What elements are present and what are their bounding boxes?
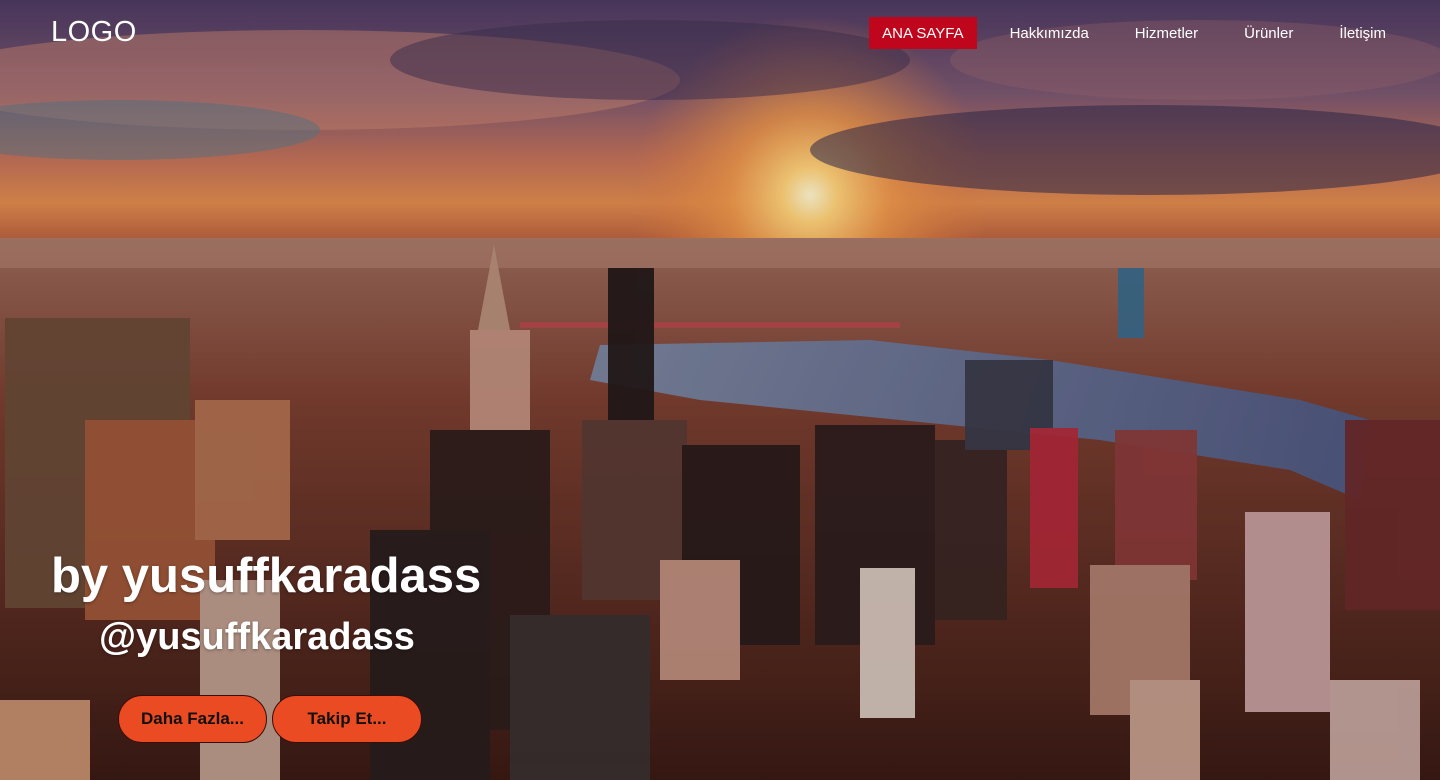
nav-item-hakkimizda[interactable]: Hakkımızda	[997, 17, 1102, 49]
follow-button[interactable]: Takip Et...	[272, 695, 422, 743]
hero-section: LOGO ANA SAYFA Hakkımızda Hizmetler Ürün…	[0, 0, 1440, 780]
nav-item-hizmetler[interactable]: Hizmetler	[1122, 17, 1211, 49]
nav-item-iletisim[interactable]: İletişim	[1326, 17, 1399, 49]
nav-item-ana-sayfa[interactable]: ANA SAYFA	[869, 17, 977, 49]
nav-item-urunler[interactable]: Ürünler	[1231, 17, 1306, 49]
more-button[interactable]: Daha Fazla...	[118, 695, 267, 743]
hero-title: by yusuffkaradass	[51, 549, 482, 603]
hero-handle: @yusuffkaradass	[99, 616, 415, 658]
main-navigation: ANA SAYFA Hakkımızda Hizmetler Ürünler İ…	[849, 17, 1399, 49]
logo[interactable]: LOGO	[51, 16, 137, 49]
city-skyline-background-image	[0, 0, 1440, 780]
